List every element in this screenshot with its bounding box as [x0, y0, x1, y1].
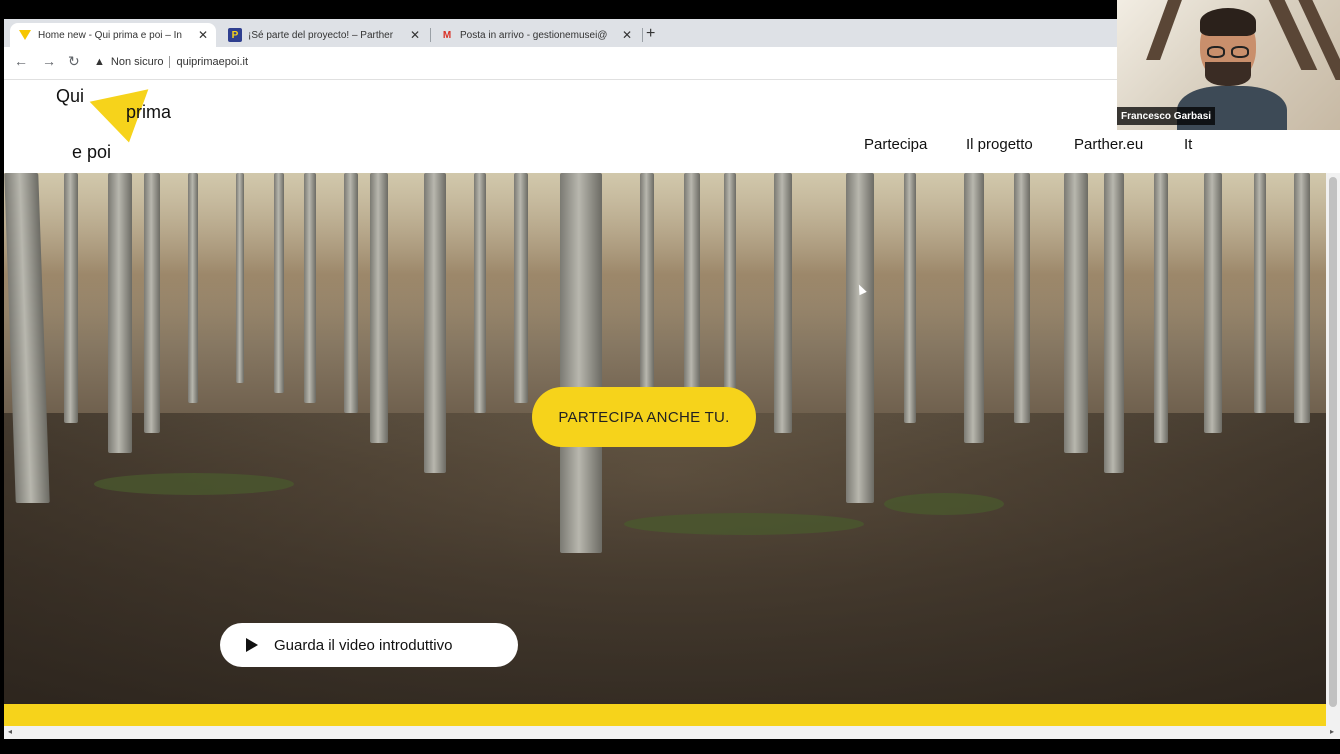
nav-partecipa[interactable]: Partecipa — [864, 136, 927, 153]
parthenos-favicon-icon: P — [228, 28, 242, 42]
tree-trunk — [514, 173, 528, 403]
gmail-icon: M — [442, 29, 452, 41]
intro-video-button[interactable]: Guarda il video introduttivo — [220, 623, 518, 667]
forward-arrow-icon[interactable]: → — [42, 53, 56, 69]
webcam-overlay: Francesco Garbasi — [1117, 0, 1340, 130]
grass-patch — [94, 473, 294, 495]
security-label: Non sicuro — [110, 56, 164, 68]
tab-separator — [430, 28, 431, 42]
tree-trunk — [1294, 173, 1310, 423]
vertical-scrollbar[interactable] — [1326, 173, 1340, 726]
horizontal-scrollbar[interactable]: ◂ ▸ — [4, 726, 1340, 739]
tree-trunk — [64, 173, 78, 423]
warning-icon: ▲ — [94, 56, 105, 68]
ceiling-beam — [1146, 0, 1182, 60]
tree-trunk — [774, 173, 792, 433]
glasses-icon — [1205, 46, 1251, 58]
yellow-footer-band — [4, 704, 1326, 726]
nav-il-progetto[interactable]: Il progetto — [966, 136, 1033, 153]
qui-prima-e-poi-favicon-icon — [18, 28, 32, 42]
tree-trunk — [1064, 173, 1088, 453]
tree-trunk — [1014, 173, 1030, 423]
logo-word-e-poi: e poi — [72, 142, 112, 162]
tree-trunk — [144, 173, 160, 433]
tree-trunk — [108, 173, 132, 453]
tab-parther[interactable]: P ¡Sé parte del proyecto! – Parther ✕ — [220, 23, 428, 47]
site-logo[interactable]: Qui prima e poi — [4, 80, 204, 173]
grass-patch — [884, 493, 1004, 515]
back-arrow-icon[interactable]: ← — [14, 53, 28, 69]
reload-icon[interactable]: ↻ — [68, 53, 80, 70]
tree-trunk — [304, 173, 316, 403]
tree-trunk — [424, 173, 446, 473]
close-icon[interactable]: ✕ — [410, 28, 420, 42]
logo-word-prima: prima — [126, 102, 172, 122]
tree-trunk — [1204, 173, 1222, 433]
person-hair — [1200, 8, 1256, 36]
intro-video-label: Guarda il video introduttivo — [274, 636, 453, 654]
tab-title: Home new - Qui prima e poi – In — [38, 29, 182, 41]
logo-word-qui: Qui — [56, 86, 85, 106]
address-bar[interactable]: ▲ Non sicuro quiprimaepoi.it — [94, 51, 248, 73]
tree-trunk — [474, 173, 486, 413]
close-icon[interactable]: ✕ — [622, 28, 632, 42]
tree-trunk — [1154, 173, 1168, 443]
url-text: quiprimaepoi.it — [176, 56, 249, 68]
scrollbar-thumb[interactable] — [1329, 177, 1337, 707]
tree-trunk — [904, 173, 916, 423]
hero-forest-image: PARTECIPA ANCHE TU. Guarda il video intr… — [4, 173, 1326, 704]
tree-trunk — [640, 173, 654, 393]
tab-home[interactable]: Home new - Qui prima e poi – In ✕ — [10, 23, 216, 47]
participant-name-tag: Francesco Garbasi — [1117, 107, 1216, 125]
new-tab-button[interactable]: + — [646, 25, 655, 43]
scroll-right-icon[interactable]: ▸ — [1330, 727, 1334, 736]
tree-trunk — [274, 173, 284, 393]
tree-trunk — [370, 173, 388, 443]
tree-trunk — [846, 173, 874, 503]
tree-trunk — [236, 173, 244, 383]
tab-title: ¡Sé parte del proyecto! – Parther — [248, 29, 394, 41]
tab-separator — [642, 28, 643, 42]
nav-language[interactable]: It — [1184, 136, 1192, 153]
partecipa-cta-button[interactable]: PARTECIPA ANCHE TU. — [532, 387, 756, 447]
tree-trunk — [560, 173, 602, 553]
close-icon[interactable]: ✕ — [198, 28, 208, 42]
tree-trunk — [684, 173, 700, 403]
tree-trunk — [964, 173, 984, 443]
tree-trunk — [724, 173, 736, 413]
address-divider — [169, 56, 171, 68]
forest-ground — [4, 413, 1326, 704]
person-beard — [1205, 62, 1251, 86]
tab-gmail[interactable]: M Posta in arrivo - gestionemusei@ ✕ — [432, 23, 640, 47]
nav-parther[interactable]: Parther.eu — [1074, 136, 1143, 153]
forest-canopy — [4, 173, 1326, 343]
scroll-left-icon[interactable]: ◂ — [8, 727, 12, 736]
grass-patch — [624, 513, 864, 535]
tree-trunk — [1104, 173, 1124, 473]
tree-trunk — [1254, 173, 1266, 413]
play-icon — [246, 638, 258, 652]
tree-trunk — [344, 173, 358, 413]
tab-title: Posta in arrivo - gestionemusei@ — [460, 29, 608, 41]
tree-trunk — [188, 173, 198, 403]
